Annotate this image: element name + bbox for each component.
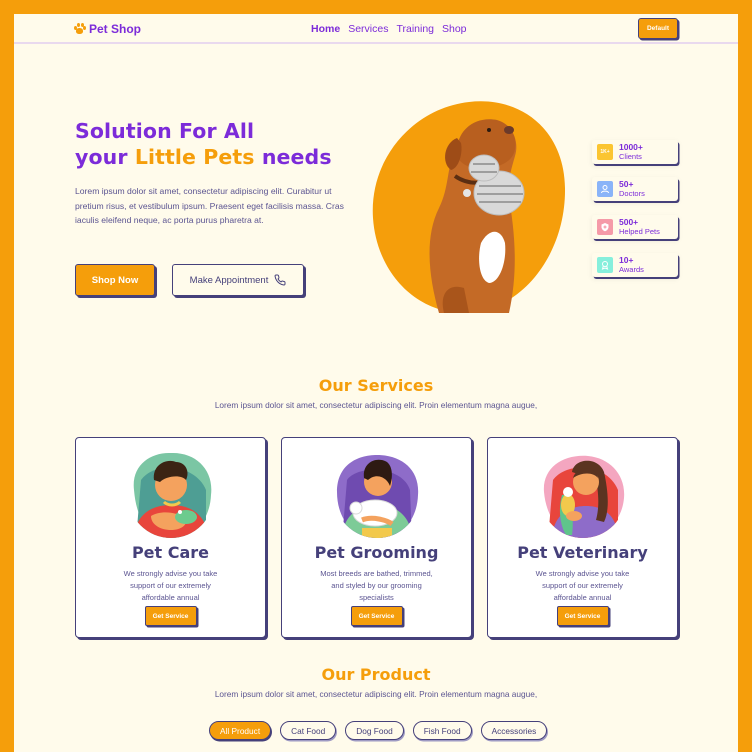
shop-now-button[interactable]: Shop Now: [75, 264, 155, 296]
stat-doctors: 50+ Doctors: [592, 177, 678, 201]
card-title: Pet Grooming: [314, 543, 439, 562]
filter-cat-food[interactable]: Cat Food: [280, 721, 337, 740]
award-icon: [597, 257, 613, 273]
get-service-button[interactable]: Get Service: [556, 606, 609, 626]
stat-value: 10+: [619, 255, 634, 265]
page: Pet Shop Home Services Training Shop Def…: [14, 14, 738, 752]
stat-label: Clients: [619, 152, 642, 161]
hero-dog-image: [372, 101, 566, 313]
get-service-button[interactable]: Get Service: [350, 606, 403, 626]
products-title: Our Product: [321, 665, 431, 684]
stat-value: 1000+: [619, 142, 643, 152]
filter-dog-food[interactable]: Dog Food: [345, 721, 404, 740]
clients-icon: 1K+: [597, 144, 613, 160]
filter-fish-food[interactable]: Fish Food: [412, 721, 472, 740]
nav-link-services[interactable]: Services: [348, 23, 388, 35]
doctor-icon: [597, 181, 613, 197]
hero-description: Lorem ipsum dolor sit amet, consectetur …: [75, 186, 344, 225]
stat-label: Awards: [619, 265, 644, 274]
hero-title-accent: Little Pets: [134, 145, 255, 169]
nav-link-training[interactable]: Training: [396, 23, 434, 35]
shield-icon: [597, 219, 613, 235]
stat-value: 50+: [619, 179, 634, 189]
filter-all-product[interactable]: All Product: [209, 721, 272, 740]
stat-label: Helped Pets: [619, 227, 660, 236]
stat-clients: 1K+ 1000+ Clients: [592, 140, 678, 164]
man-holding-sheep-illustration: [336, 455, 418, 538]
service-card-pet-grooming: Pet Grooming Most breeds are bathed, tri…: [281, 437, 472, 638]
card-title: Pet Care: [131, 543, 210, 562]
service-card-pet-care: Pet Care We strongly advise you take sup…: [75, 437, 266, 638]
hero-title-line1: Solution For All: [75, 119, 255, 143]
hero-title-suffix: needs: [261, 145, 332, 169]
card-description: Most breeds are bathed, trimmed, and sty…: [320, 569, 433, 602]
services-subtitle: Lorem ipsum dolor sit amet, consectetur …: [214, 400, 538, 410]
man-holding-frog-illustration: [133, 452, 211, 538]
stat-value: 500+: [619, 217, 639, 227]
stat-awards: 10+ Awards: [592, 253, 678, 277]
nav-link-home[interactable]: Home: [311, 23, 340, 35]
stat-label: Doctors: [619, 189, 645, 198]
paw-icon: [74, 23, 86, 35]
make-appointment-label: Make Appointment: [189, 274, 269, 286]
services-title: Our Services: [318, 376, 434, 395]
products-subtitle: Lorem ipsum dolor sit amet, consectetur …: [214, 689, 538, 699]
card-description: We strongly advise you take support of o…: [535, 569, 630, 602]
hero-title-prefix: your: [75, 145, 128, 169]
make-appointment-button[interactable]: Make Appointment: [172, 264, 304, 296]
phone-icon: [274, 274, 286, 286]
nav-links: Home Services Training Shop: [311, 23, 467, 35]
get-service-button[interactable]: Get Service: [144, 606, 197, 626]
stat-helped-pets: 500+ Helped Pets: [592, 215, 678, 239]
filter-accessories[interactable]: Accessories: [480, 721, 548, 740]
card-title: Pet Veterinary: [517, 543, 648, 562]
default-button[interactable]: Default: [638, 18, 678, 39]
hero-title: Solution For All your Little Pets needs: [75, 118, 332, 170]
brand-name: Pet Shop: [89, 22, 142, 36]
top-nav: Pet Shop Home Services Training Shop Def…: [14, 14, 738, 44]
nav-link-shop[interactable]: Shop: [442, 23, 467, 35]
product-filter-tabs: All Product Cat Food Dog Food Fish Food …: [209, 721, 548, 740]
card-description: We strongly advise you take support of o…: [123, 569, 218, 602]
service-card-pet-veterinary: Pet Veterinary We strongly advise you ta…: [487, 437, 678, 638]
brand-logo[interactable]: Pet Shop: [74, 22, 141, 36]
hero-title-line2: your Little Pets needs: [75, 144, 332, 170]
woman-holding-parrot-illustration: [543, 455, 624, 538]
